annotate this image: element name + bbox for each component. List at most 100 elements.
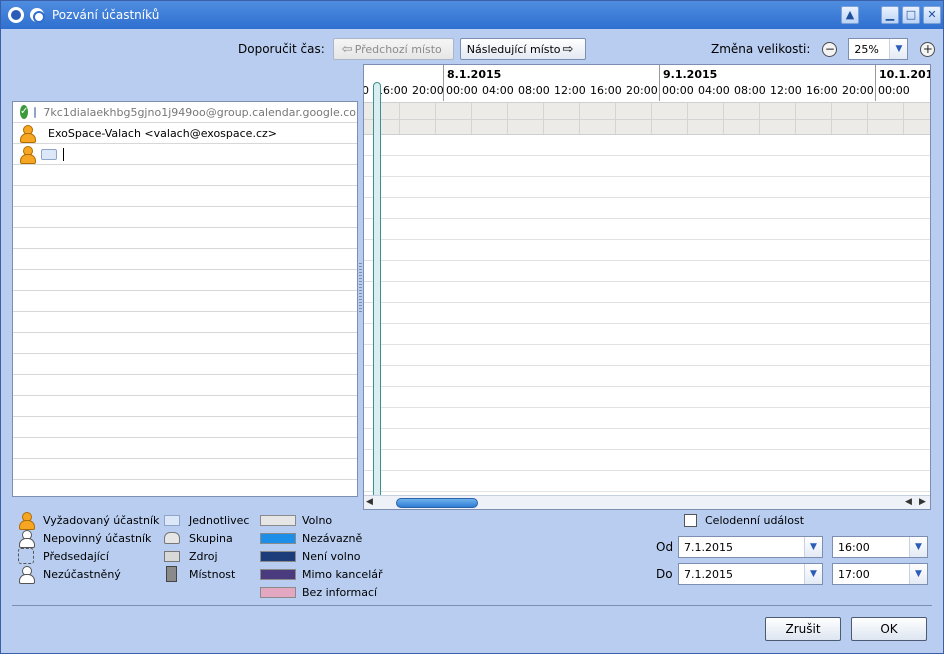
attendee-row[interactable]: ✓ 7kc1dialaekhbg5gjno1j949oo@group.calen… (13, 102, 357, 123)
status-swatch (260, 568, 296, 580)
from-time-picker[interactable]: 16:00 ▼ (832, 536, 928, 558)
attendee-input[interactable] (63, 147, 64, 161)
zoom-out-icon[interactable]: − (822, 41, 838, 57)
resource-icon (164, 550, 180, 562)
zoom-select[interactable]: 25% ▼ (848, 38, 909, 60)
to-time-picker[interactable]: 17:00 ▼ (832, 563, 928, 585)
day-label: 9.1.2015 (663, 68, 718, 81)
chevron-down-icon: ▼ (804, 537, 822, 557)
shade-button[interactable]: ▲ (841, 6, 859, 24)
hour-label: 00:00 (446, 84, 478, 97)
day-label: 10.1.2015 (879, 68, 930, 81)
hour-label: 04:00 (698, 84, 730, 97)
hour-label: 00:00 (662, 84, 694, 97)
all-day-row: Celodenní událost (684, 514, 804, 527)
legend-label: Místnost (189, 567, 236, 581)
legend-label: Zdroj (189, 549, 218, 563)
all-day-label: Celodenní událost (705, 514, 805, 527)
from-label: Od (656, 540, 674, 554)
legend-types: Jednotlivec Skupina Zdroj Místnost (164, 511, 249, 583)
ok-button[interactable]: OK (851, 617, 927, 641)
legend-item: Nepovinný účastník (18, 529, 159, 548)
attendee-list: ✓ 7kc1dialaekhbg5gjno1j949oo@group.calen… (12, 101, 358, 497)
day-header: 9.1.2015 00:00 04:00 08:00 12:00 16:00 2… (660, 65, 876, 101)
event-time-selection[interactable] (373, 82, 381, 496)
to-label: Do (656, 567, 673, 581)
from-date-picker[interactable]: 7.1.2015 ▼ (678, 536, 823, 558)
hour-label: 12:00 (770, 84, 802, 97)
accepted-check-icon: ✓ (20, 105, 29, 119)
group-icon (164, 532, 180, 544)
legend-item: Bez informací (260, 583, 383, 601)
panel-splitter[interactable] (359, 263, 362, 313)
to-time-value: 17:00 (838, 567, 870, 581)
chevron-down-icon: ▼ (804, 564, 822, 584)
hour-label: 20:00 (412, 84, 444, 97)
legend-item: Jednotlivec (164, 511, 249, 529)
next-slot-button[interactable]: Následující místo ⇨ (459, 38, 586, 60)
previous-slot-label: Předchozí místo (354, 42, 442, 56)
previous-slot-button[interactable]: ⇦ Předchozí místo (332, 38, 454, 60)
legend-item: Předsedající (18, 547, 159, 565)
next-slot-label: Následující místo (466, 42, 561, 56)
chevron-down-icon: ▼ (889, 39, 908, 59)
non-participant-icon (18, 566, 35, 584)
maximize-button[interactable]: □ (902, 6, 920, 24)
scroll-left-icon[interactable]: ◀ (905, 497, 912, 507)
cancel-button[interactable]: Zrušit (765, 617, 841, 641)
to-date-value: 7.1.2015 (684, 567, 733, 581)
close-button[interactable]: ✕ (923, 6, 941, 24)
from-time-value: 16:00 (838, 540, 870, 554)
legend-item: Nezúčastněný (18, 565, 159, 584)
arrow-left-icon: ⇦ (341, 41, 353, 57)
attendee-name[interactable]: 7kc1dialaekhbg5gjno1j949oo@group.calenda… (43, 106, 357, 119)
empty-rows (13, 165, 357, 496)
status-swatch (260, 532, 296, 544)
required-attendee-icon[interactable] (19, 146, 36, 164)
day-header: 10.1.2015 00:00 (876, 65, 930, 101)
hour-label: 12:00 (554, 84, 586, 97)
hour-label: 04:00 (482, 84, 514, 97)
required-attendee-icon[interactable] (19, 125, 36, 143)
title-bar: Pozvání účastníků ▲ ▁ □ ✕ (1, 1, 943, 29)
legend-item: Nezávazně (260, 529, 383, 547)
chevron-down-icon: ▼ (909, 537, 927, 557)
scroll-left-icon[interactable]: ◀ (366, 497, 373, 507)
day-header: 8.1.2015 00:00 04:00 08:00 12:00 16:00 2… (444, 65, 660, 101)
individual-card-icon[interactable] (41, 148, 57, 160)
minimize-button[interactable]: ▁ (881, 6, 899, 24)
legend-item: Mimo kancelář (260, 565, 383, 583)
attendee-row[interactable]: ExoSpace-Valach <valach@exospace.cz> (13, 123, 357, 144)
scroll-right-icon[interactable]: ▶ (919, 497, 926, 507)
suggest-time-bar: Doporučit čas: ⇦ Předchozí místo Následu… (238, 38, 586, 60)
horizontal-scrollbar[interactable]: ◀ ◀ ▶ (364, 495, 930, 509)
attendee-freebusy-band (364, 102, 930, 135)
hour-label: 20:00 (842, 84, 874, 97)
required-attendee-icon (18, 512, 35, 530)
pin-icon[interactable] (30, 8, 45, 23)
legend-label: Volno (302, 513, 333, 527)
legend-item: Zdroj (164, 547, 249, 565)
all-day-checkbox[interactable] (684, 514, 697, 527)
hour-label: 16:00 (590, 84, 622, 97)
freebusy-rows (364, 135, 930, 495)
attendee-name[interactable]: ExoSpace-Valach <valach@exospace.cz> (48, 127, 277, 140)
attendee-row-new[interactable] (13, 144, 357, 165)
chair-icon (18, 548, 34, 564)
hour-label: 08:00 (734, 84, 766, 97)
individual-icon (164, 514, 180, 526)
individual-card-icon[interactable] (34, 106, 37, 118)
arrow-right-icon: ⇨ (562, 41, 574, 57)
legend-label: Vyžadovaný účastník (43, 513, 160, 527)
separator (12, 605, 932, 606)
thunderbird-icon (8, 7, 24, 23)
legend-label: Nezúčastněný (43, 567, 121, 581)
legend-item: Vyžadovaný účastník (18, 511, 160, 530)
to-date-picker[interactable]: 7.1.2015 ▼ (678, 563, 823, 585)
scroll-thumb[interactable] (396, 498, 478, 508)
zoom-in-icon[interactable]: + (920, 41, 936, 57)
zoom-label: Změna velikosti: (711, 42, 811, 56)
legend-label: Skupina (189, 531, 233, 545)
hour-label: 16:00 (806, 84, 838, 97)
status-swatch (260, 550, 296, 562)
